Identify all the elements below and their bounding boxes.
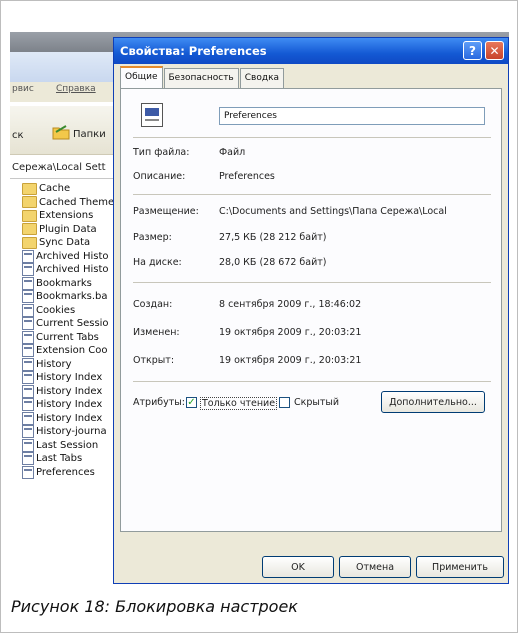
file-icon xyxy=(22,290,34,304)
file-icon xyxy=(22,384,34,398)
file-icon xyxy=(22,465,34,479)
list-item[interactable]: Sync Data xyxy=(22,236,122,250)
dialog-title: Свойства: Preferences xyxy=(120,44,267,58)
disk-size-value: 28,0 КБ (28 672 байт) xyxy=(219,257,327,268)
list-item[interactable]: Preferences xyxy=(22,465,122,480)
list-item[interactable]: Current Tabs xyxy=(22,330,122,345)
modified-label: Изменен: xyxy=(133,327,180,338)
folder-icon xyxy=(22,196,37,209)
file-type-label: Тип файла: xyxy=(133,147,190,158)
cancel-button[interactable]: Отмена xyxy=(339,556,411,578)
folders-icon xyxy=(52,124,70,144)
folders-button-label: Папки xyxy=(73,128,106,140)
file-icon xyxy=(22,276,34,290)
list-item[interactable]: Archived Histo xyxy=(22,263,122,277)
created-value: 8 сентября 2009 г., 18:46:02 xyxy=(219,299,362,310)
folders-button[interactable]: Папки xyxy=(52,123,106,145)
divider xyxy=(133,137,491,138)
list-item[interactable]: Bookmarks xyxy=(22,276,122,291)
hidden-checkbox[interactable] xyxy=(279,397,290,408)
file-type-value: Файл xyxy=(219,147,246,158)
folder-icon xyxy=(22,209,37,222)
divider xyxy=(133,194,491,195)
advanced-button[interactable]: Дополнительно... xyxy=(381,391,485,413)
list-item[interactable]: Archived Histo xyxy=(22,249,122,264)
disk-size-label: На диске: xyxy=(133,257,182,268)
toolbar-search-label[interactable]: ск xyxy=(12,130,24,141)
list-item[interactable]: Cached Theme xyxy=(22,196,122,210)
description-value: Preferences xyxy=(219,171,275,182)
list-item[interactable]: Current Sessio xyxy=(22,317,122,331)
file-icon xyxy=(22,371,34,385)
size-label: Размер: xyxy=(133,232,172,243)
screenshot: рвис Справка ск Папки Сережа\Local Sett … xyxy=(10,10,509,584)
accessed-value: 19 октября 2009 г., 20:03:21 xyxy=(219,355,362,366)
attributes-label: Атрибуты: xyxy=(133,397,185,408)
list-item[interactable]: Last Session xyxy=(22,438,122,453)
tab-summary[interactable]: Сводка xyxy=(239,68,285,88)
list-item[interactable]: History-journa xyxy=(22,425,122,439)
list-item[interactable]: Cookies xyxy=(22,303,122,318)
file-name-field[interactable]: Preferences xyxy=(219,107,485,125)
figure-frame: рвис Справка ск Папки Сережа\Local Sett … xyxy=(0,0,518,633)
file-icon xyxy=(22,317,34,331)
ok-button[interactable]: OK xyxy=(262,556,334,578)
tab-security[interactable]: Безопасность xyxy=(163,68,239,88)
file-icon xyxy=(22,411,34,425)
menu-item-help[interactable]: Справка xyxy=(56,84,96,94)
created-label: Создан: xyxy=(133,299,173,310)
properties-dialog: Свойства: Preferences ? ✕ Общие Безопасн… xyxy=(113,37,509,584)
folder-icon xyxy=(22,223,37,236)
file-icon xyxy=(22,425,34,439)
file-icon xyxy=(22,438,34,452)
list-item[interactable]: History Index xyxy=(22,398,122,412)
list-item[interactable]: History Index xyxy=(22,384,122,399)
file-icon xyxy=(22,398,34,412)
apply-button[interactable]: Применить xyxy=(416,556,504,578)
tab-general[interactable]: Общие xyxy=(120,66,163,89)
file-icon xyxy=(22,357,34,371)
hidden-label[interactable]: Скрытый xyxy=(294,397,339,408)
list-item[interactable]: Extensions xyxy=(22,209,122,223)
address-text: Сережа\Local Sett xyxy=(12,162,106,173)
divider xyxy=(133,381,491,382)
figure-caption: Рисунок 18: Блокировка настроек xyxy=(11,597,298,616)
list-item[interactable]: History Index xyxy=(22,371,122,385)
list-item[interactable]: Cache xyxy=(22,182,122,196)
list-item[interactable]: Plugin Data xyxy=(22,223,122,237)
file-list: Cache Cached Theme Extensions Plugin Dat… xyxy=(22,182,122,479)
close-button[interactable]: ✕ xyxy=(485,41,504,60)
size-value: 27,5 КБ (28 212 байт) xyxy=(219,232,327,243)
file-type-icon xyxy=(141,103,163,127)
list-item[interactable]: History Index xyxy=(22,411,122,426)
file-icon xyxy=(22,452,34,466)
file-icon xyxy=(22,330,34,344)
modified-value: 19 октября 2009 г., 20:03:21 xyxy=(219,327,362,338)
general-tab-panel: Preferences Тип файла: Файл Описание: Pr… xyxy=(120,88,502,532)
location-label: Размещение: xyxy=(133,206,199,217)
file-icon xyxy=(22,303,34,317)
list-item[interactable]: Extension Coo xyxy=(22,344,122,358)
list-item[interactable]: History xyxy=(22,357,122,372)
list-item[interactable]: Last Tabs xyxy=(22,452,122,466)
divider xyxy=(133,282,491,283)
menu-item-service[interactable]: рвис xyxy=(12,84,34,94)
accessed-label: Открыт: xyxy=(133,355,175,366)
folder-icon xyxy=(22,236,37,249)
file-icon xyxy=(22,263,34,277)
list-item[interactable]: Bookmarks.ba xyxy=(22,290,122,304)
readonly-checkbox[interactable]: ✓ xyxy=(186,397,197,408)
readonly-label[interactable]: Только чтение xyxy=(200,397,278,410)
location-value: C:\Documents and Settings\Папа Сережа\Lo… xyxy=(219,206,447,217)
description-label: Описание: xyxy=(133,171,186,182)
tab-bar: Общие Безопасность Сводка xyxy=(120,66,285,89)
folder-icon xyxy=(22,182,37,195)
dialog-title-bar[interactable]: Свойства: Preferences ? ✕ xyxy=(114,38,508,64)
file-icon xyxy=(22,249,34,263)
file-icon xyxy=(22,344,34,358)
help-button[interactable]: ? xyxy=(463,41,482,60)
